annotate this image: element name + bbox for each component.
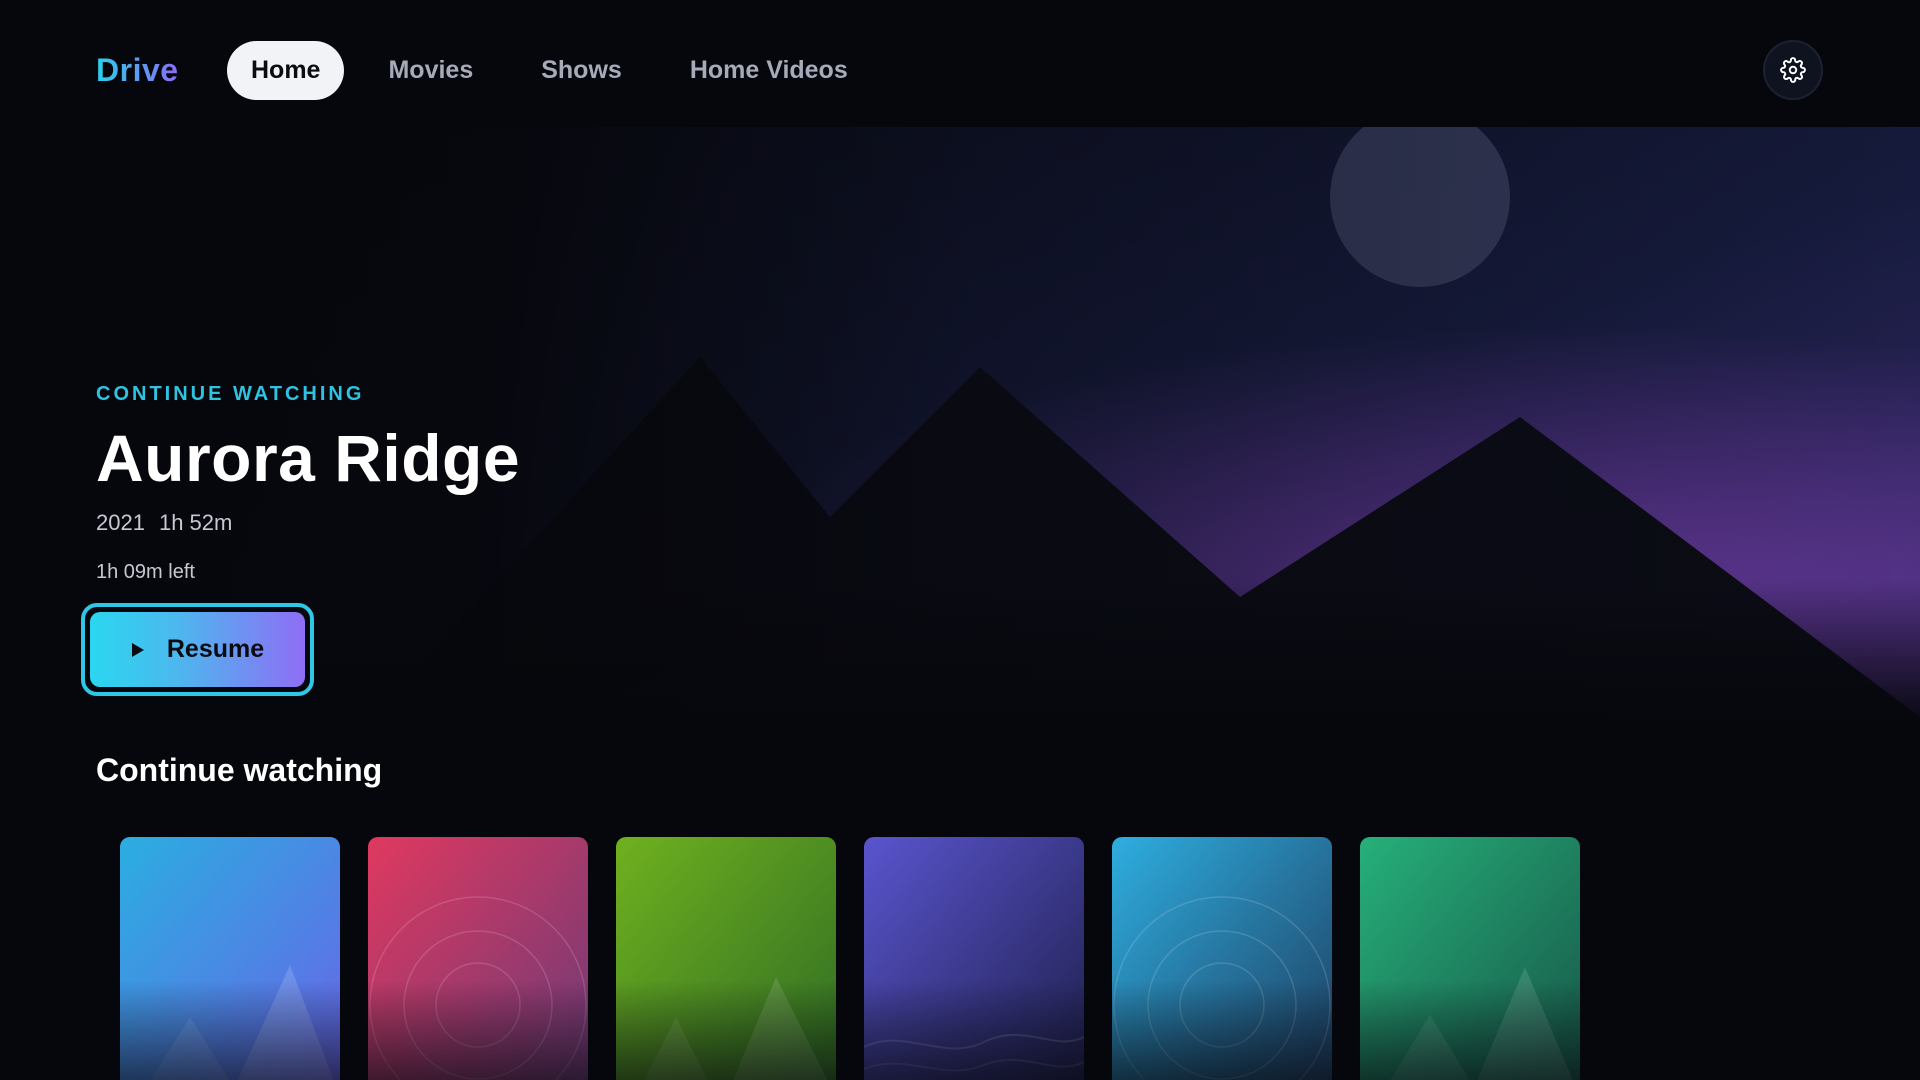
poster-art bbox=[1360, 837, 1580, 1080]
hero-time-left: 1h 09m left bbox=[96, 561, 195, 583]
gear-icon bbox=[1780, 57, 1806, 83]
poster-art bbox=[864, 837, 1084, 1080]
tab-home-videos[interactable]: Home Videos bbox=[690, 41, 848, 100]
hero-duration: 1h 52m bbox=[158, 510, 233, 535]
hero-meta: 2021 1h 52m bbox=[96, 510, 232, 536]
poster-card[interactable] bbox=[1112, 837, 1332, 1080]
app-logo: Drive bbox=[96, 52, 179, 88]
tab-movies[interactable]: Movies bbox=[388, 41, 473, 100]
continue-watching-row bbox=[120, 837, 1608, 1080]
hero-eyebrow: CONTINUE WATCHING bbox=[96, 383, 365, 405]
poster-card[interactable] bbox=[864, 837, 1084, 1080]
poster-art bbox=[1112, 837, 1332, 1080]
resume-button[interactable]: Resume bbox=[81, 603, 314, 696]
poster-card[interactable] bbox=[368, 837, 588, 1080]
poster-art bbox=[120, 837, 340, 1080]
poster-art bbox=[368, 837, 588, 1080]
poster-card[interactable] bbox=[616, 837, 836, 1080]
top-navigation-bar: Drive Home Movies Shows Home Videos bbox=[0, 0, 1920, 127]
tab-shows[interactable]: Shows bbox=[541, 41, 622, 100]
tab-home[interactable]: Home bbox=[227, 41, 345, 100]
resume-label: Resume bbox=[166, 635, 265, 663]
poster-art bbox=[616, 837, 836, 1080]
poster-card[interactable] bbox=[120, 837, 340, 1080]
hero-year: 2021 bbox=[96, 510, 145, 535]
settings-button[interactable] bbox=[1763, 40, 1823, 100]
main-nav: Home Movies Shows Home Videos bbox=[227, 41, 848, 100]
app-root: Drive Home Movies Shows Home Videos CONT… bbox=[0, 0, 1920, 1080]
row-title: Continue watching bbox=[96, 752, 383, 788]
play-icon bbox=[131, 642, 145, 658]
resume-button-face: Resume bbox=[90, 612, 305, 687]
hero-title: Aurora Ridge bbox=[96, 421, 521, 495]
poster-card[interactable] bbox=[1360, 837, 1580, 1080]
